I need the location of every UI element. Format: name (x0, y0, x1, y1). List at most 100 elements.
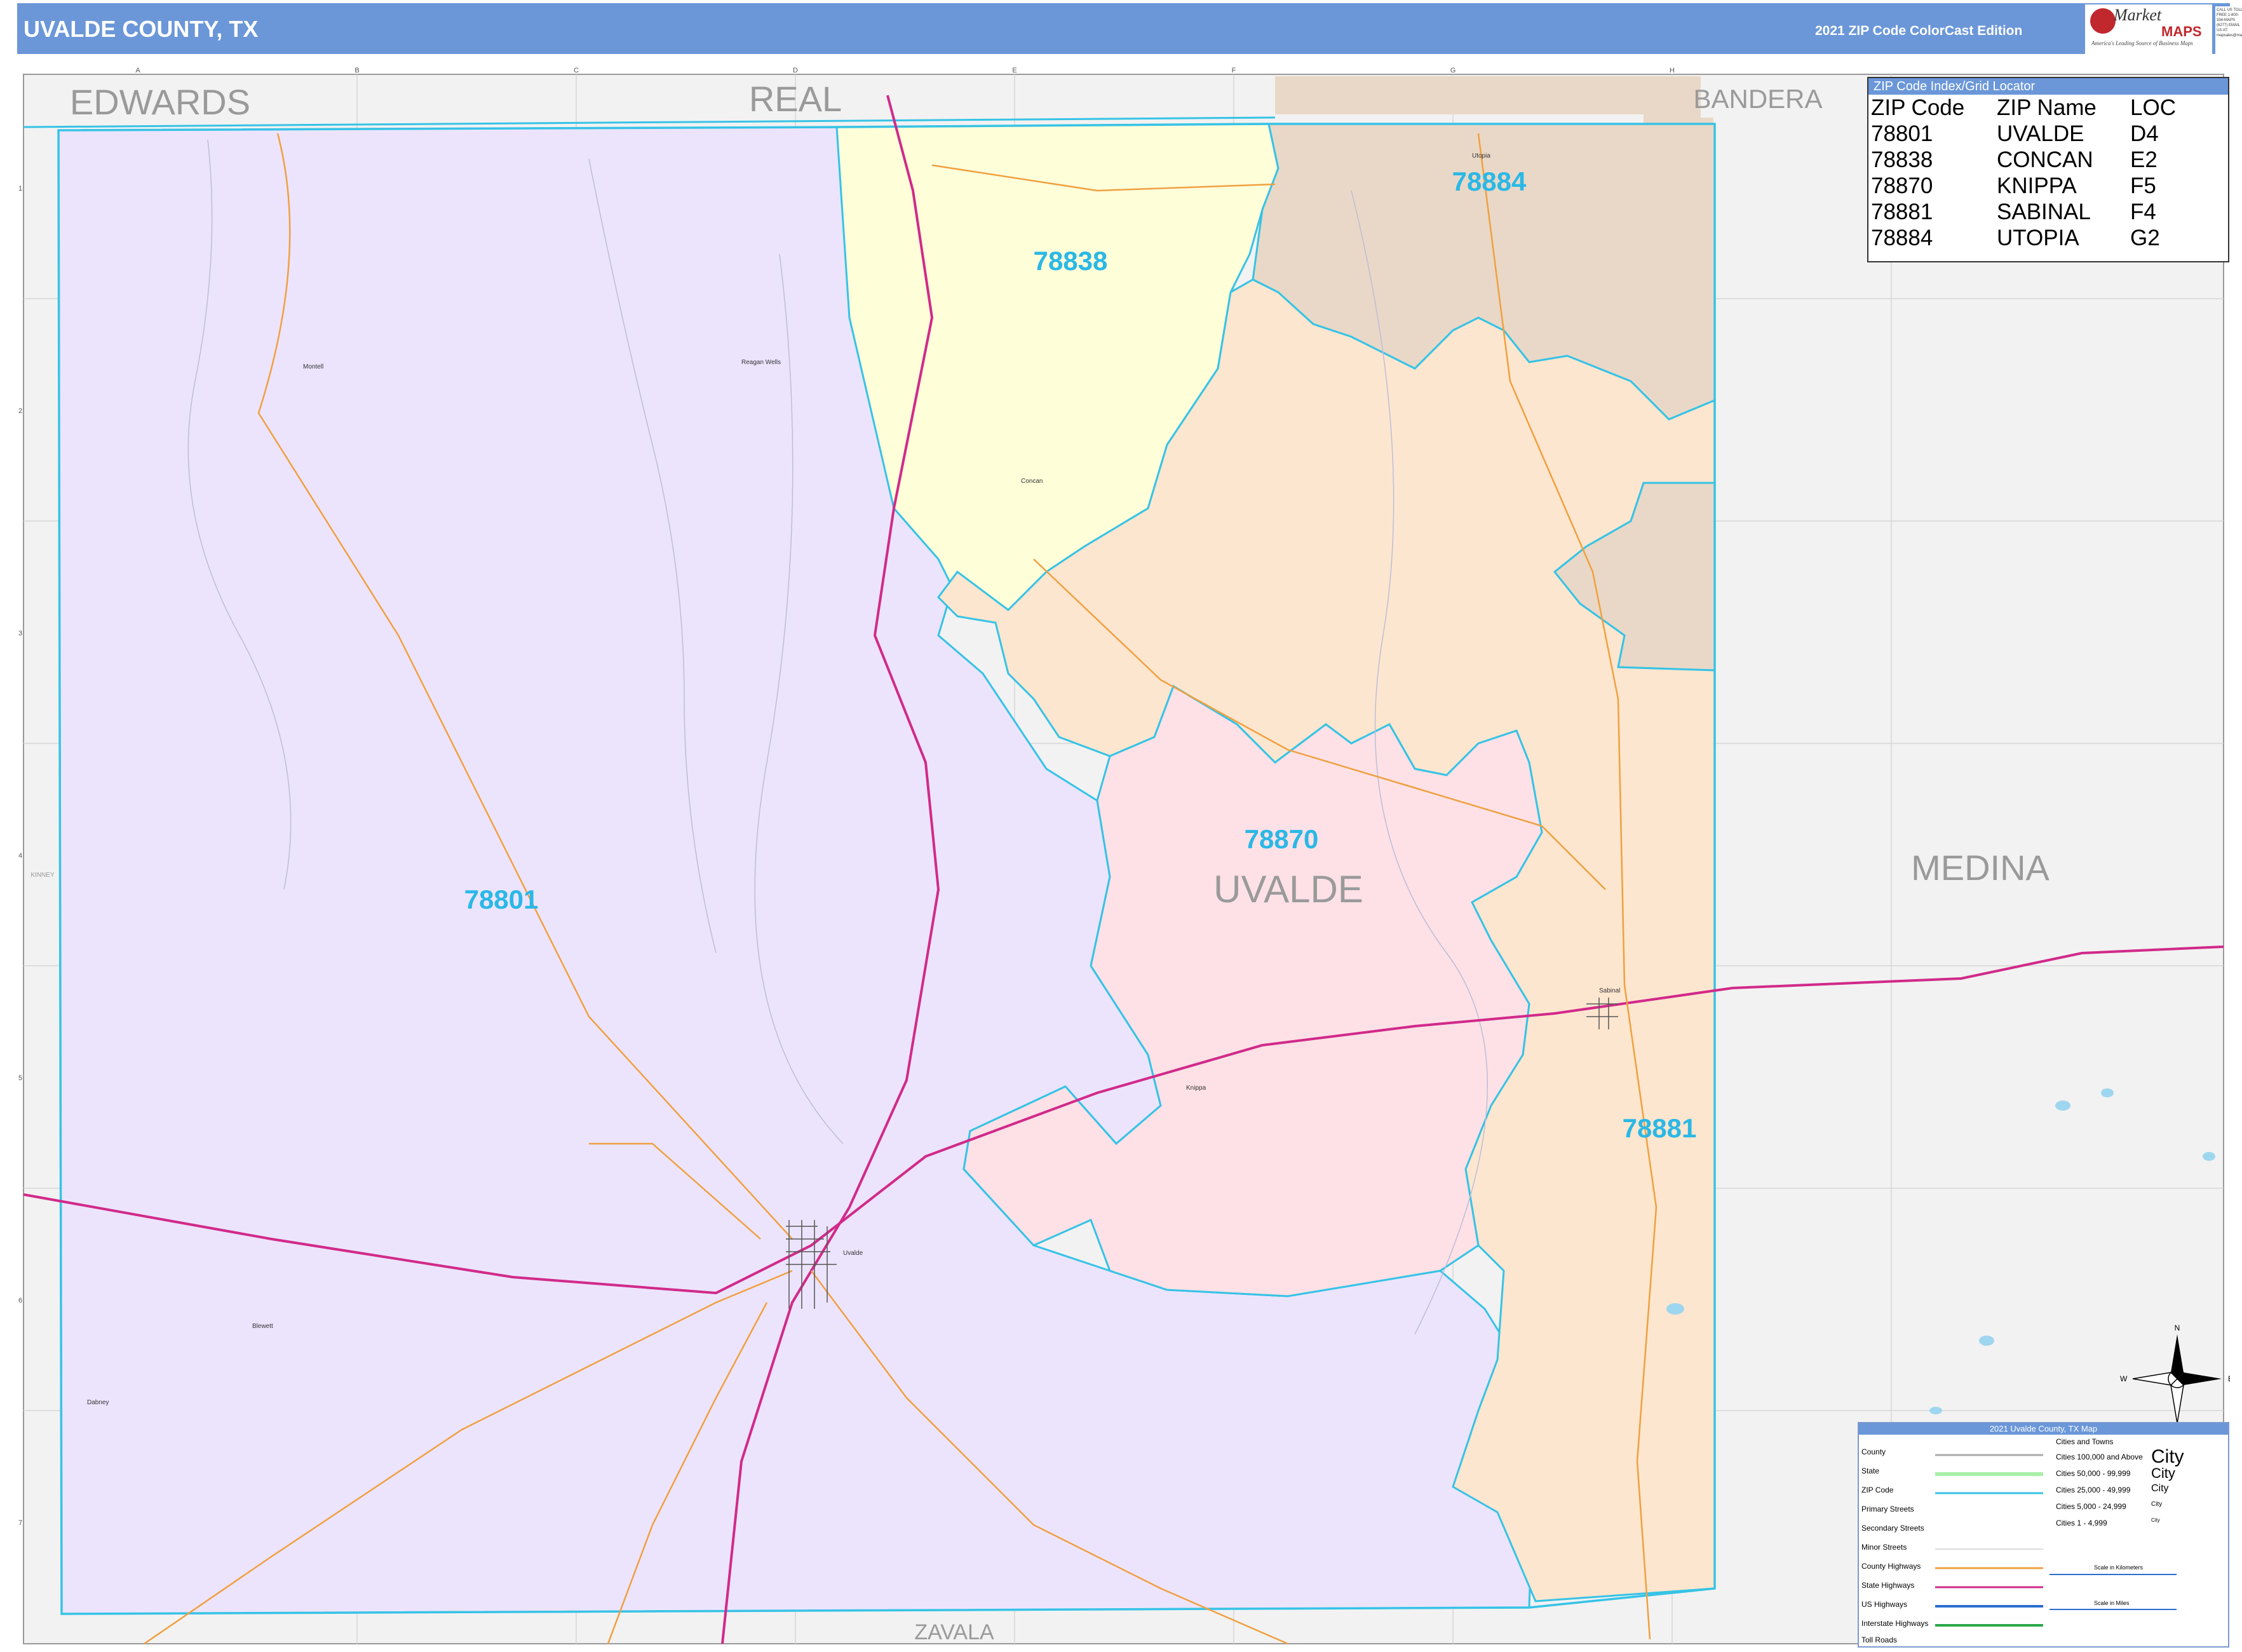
compass-n: N (2175, 1324, 2180, 1332)
legend-county-highways: County Highways (1861, 1562, 1921, 1571)
zip-loc: E2 (2130, 147, 2158, 172)
zip-col-loc: LOC (2130, 95, 2176, 120)
legend-title: 2021 Uvalde County, TX Map (1859, 1423, 2228, 1435)
legend-state: State (1861, 1466, 1880, 1475)
legend-interstate-highways: Interstate Highways (1861, 1619, 1929, 1628)
zip-loc: G2 (2130, 226, 2160, 250)
zip-code: 78884 (1871, 226, 1933, 250)
legend-city-sample-5: City (2151, 1517, 2160, 1523)
logo-emblem-icon (2090, 8, 2116, 34)
zip-code: 78838 (1871, 147, 1933, 172)
grid-col-b: B (355, 67, 359, 74)
zip-label-78881: 78881 (1623, 1113, 1697, 1143)
legend-city-tier-1: Cities 100,000 and Above (2056, 1452, 2143, 1461)
map-legend: 2021 Uvalde County, TX Map County State … (1858, 1422, 2229, 1648)
zip-name: CONCAN (1997, 147, 2093, 172)
legend-minor-streets: Minor Streets (1861, 1543, 1907, 1552)
zip-name: SABINAL (1997, 200, 2091, 224)
zip-index-row[interactable]: 78838 CONCAN E2 (1868, 147, 2228, 173)
zip-label-78838: 78838 (1034, 246, 1108, 276)
zip-index-header-row: ZIP Code ZIP Name LOC (1868, 95, 2228, 121)
zip-code: 78801 (1871, 121, 1933, 146)
legend-city-sample-3: City (2151, 1483, 2169, 1494)
legend-city-sample-2: City (2151, 1465, 2175, 1481)
county-label-uvalde: UVALDE (1213, 868, 1363, 911)
grid-row-2: 2 (18, 407, 22, 415)
place-label-utopia: Utopia (1472, 152, 1490, 159)
grid-row-labels: 1 2 3 4 5 6 7 (18, 185, 22, 1527)
zip-index-title: ZIP Code Index/Grid Locator (1868, 78, 2228, 95)
legend-county: County (1861, 1447, 1886, 1456)
legend-city-sample-1: City (2151, 1446, 2184, 1467)
zip-label-78801: 78801 (464, 884, 539, 914)
legend-scale-km: Scale in Kilometers (2094, 1564, 2144, 1571)
zip-index-row[interactable]: 78884 UTOPIA G2 (1868, 225, 2228, 251)
logo-tagline: America's Leading Source of Business Map… (2091, 40, 2193, 46)
zip-name: UVALDE (1997, 121, 2084, 146)
legend-us-highways: US Highways (1861, 1600, 1908, 1609)
zip-code-index: ZIP Code Index/Grid Locator ZIP Code ZIP… (1867, 77, 2229, 262)
legend-state-highways: State Highways (1861, 1581, 1915, 1590)
place-label-montell: Montell (303, 363, 323, 370)
zip-index-row[interactable]: 78881 SABINAL F4 (1868, 199, 2228, 225)
zip-col-name: ZIP Name (1997, 95, 2097, 120)
zip-code: 78870 (1871, 173, 1933, 198)
legend-scale-mi: Scale in Miles (2094, 1600, 2130, 1606)
grid-col-h: H (1670, 67, 1675, 74)
zip-name: UTOPIA (1997, 226, 2079, 250)
legend-primary-streets: Primary Streets (1861, 1505, 1914, 1513)
grid-column-labels: A B C D E F G H (135, 67, 1675, 74)
contact-info: CALL US TOLL FREE 1-800-334-MAPS (6277) … (2215, 6, 2242, 56)
grid-row-6: 6 (18, 1297, 22, 1304)
zip-code: 78881 (1871, 200, 1933, 224)
county-label-medina: MEDINA (1911, 848, 2050, 888)
place-label-dabney: Dabney (87, 1399, 109, 1406)
grid-row-5: 5 (18, 1074, 22, 1082)
grid-col-a: A (135, 67, 140, 74)
compass-w: W (2120, 1374, 2128, 1383)
county-label-edwards: EDWARDS (70, 82, 250, 122)
logo-maps-word: MAPS (2161, 24, 2202, 39)
grid-col-f: F (1232, 67, 1236, 74)
place-label-blewett: Blewett (252, 1323, 273, 1330)
zip-index-row[interactable]: 78801 UVALDE D4 (1868, 121, 2228, 147)
grid-row-7: 7 (18, 1519, 22, 1527)
zip-name: KNIPPA (1997, 173, 2077, 198)
map-canvas[interactable]: EDWARDS REAL BANDERA MEDINA ZAVALA UVALD… (17, 64, 2233, 1649)
place-label-concan: Concan (1021, 478, 1043, 485)
county-map: EDWARDS REAL BANDERA MEDINA ZAVALA UVALD… (18, 67, 2233, 1645)
county-label-real: REAL (749, 79, 842, 119)
legend-cities-heading: Cities and Towns (2056, 1437, 2114, 1446)
legend-city-tier-5: Cities 1 - 4,999 (2056, 1519, 2107, 1527)
zip-loc: F4 (2130, 200, 2156, 224)
grid-col-c: C (574, 67, 579, 74)
county-label-bandera: BANDERA (1693, 84, 1822, 114)
compass-e: E (2228, 1374, 2230, 1383)
grid-col-d: D (793, 67, 798, 74)
grid-row-4: 4 (18, 852, 22, 860)
zip-index-row[interactable]: 78870 KNIPPA F5 (1868, 173, 2228, 199)
logo-word: Market (2114, 6, 2162, 24)
zip-loc: F5 (2130, 173, 2156, 198)
zip-col-code: ZIP Code (1871, 95, 1965, 120)
zip-loc: D4 (2130, 121, 2159, 146)
legend-city-sample-4: City (2151, 1501, 2163, 1508)
legend-city-tier-3: Cities 25,000 - 49,999 (2056, 1486, 2131, 1494)
legend-zip-code: ZIP Code (1861, 1486, 1894, 1494)
zip-label-78884: 78884 (1452, 166, 1527, 196)
grid-row-1: 1 (18, 185, 22, 193)
grid-row-3: 3 (18, 630, 22, 637)
header-bar: UVALDE COUNTY, TX 2021 ZIP Code ColorCas… (17, 3, 2242, 56)
county-label-kinney: KINNEY (30, 872, 55, 879)
grid-col-e: E (1012, 67, 1016, 74)
legend-toll-roads: Toll Roads (1861, 1635, 1898, 1644)
place-label-reagan-wells: Reagan Wells (741, 359, 781, 366)
legend-secondary-streets: Secondary Streets (1861, 1524, 1924, 1533)
market-maps-logo: Market MAPS America's Leading Source of … (2085, 4, 2212, 54)
edition-label: 2021 ZIP Code ColorCast Edition (1815, 24, 2023, 38)
legend-city-tier-4: Cities 5,000 - 24,999 (2056, 1502, 2126, 1511)
place-label-uvalde: Uvalde (843, 1250, 863, 1257)
map-title: UVALDE COUNTY, TX (24, 16, 259, 42)
legend-city-tier-2: Cities 50,000 - 99,999 (2056, 1469, 2131, 1478)
place-label-knippa: Knippa (1186, 1085, 1206, 1092)
